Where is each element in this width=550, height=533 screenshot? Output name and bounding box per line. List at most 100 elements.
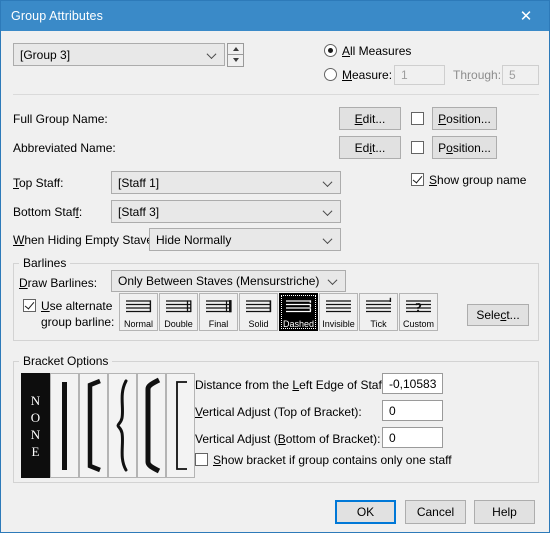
measure-from-input[interactable]: 1 xyxy=(394,65,445,85)
use-alternate-barline-label-line2: group barline: xyxy=(41,315,115,329)
full-group-name-position-button[interactable]: Position... xyxy=(432,107,497,130)
barline-final-icon xyxy=(206,300,232,313)
spin-up-icon[interactable] xyxy=(227,43,244,55)
section-divider xyxy=(13,94,539,95)
vertical-adjust-top-value: 0 xyxy=(389,403,396,418)
draw-barlines-label: Draw Barlines: xyxy=(19,276,98,290)
chevron-down-icon xyxy=(324,177,333,186)
barline-double-icon xyxy=(166,300,192,313)
bracket-thick-line-icon xyxy=(62,382,67,470)
select-barline-button[interactable]: Select... xyxy=(467,304,529,326)
window-title: Group Attributes xyxy=(11,9,103,23)
barline-style-label: Custom xyxy=(402,319,434,329)
full-group-name-position-checkbox[interactable] xyxy=(411,112,424,125)
bottom-staff-value: [Staff 3] xyxy=(118,204,160,219)
vertical-adjust-bottom-value: 0 xyxy=(389,430,396,445)
full-group-name-label: Full Group Name: xyxy=(13,112,108,126)
cancel-button-label: Cancel xyxy=(416,505,455,519)
barline-style-invisible[interactable]: Invisible xyxy=(319,293,358,331)
title-bar: Group Attributes ✕ xyxy=(1,1,549,31)
draw-barlines-combo[interactable]: Only Between Staves (Mensurstriche) xyxy=(111,270,346,292)
barline-solid-icon xyxy=(246,300,272,313)
bracket-none-label: NONE xyxy=(30,392,41,459)
ok-button-label: OK xyxy=(356,505,375,519)
radio-all-measures[interactable] xyxy=(324,44,337,57)
chevron-down-icon xyxy=(329,276,338,285)
abbreviated-name-edit-button[interactable]: Edit... xyxy=(339,136,401,159)
svg-text:?: ? xyxy=(415,301,422,316)
barline-dashed-icon xyxy=(286,300,312,313)
barline-style-dashed[interactable]: Dashed xyxy=(279,293,318,331)
measure-through-value: 5 xyxy=(509,68,516,82)
bracket-option-curly-brace[interactable] xyxy=(108,373,137,478)
chevron-down-icon xyxy=(208,49,217,58)
top-staff-value: [Staff 1] xyxy=(118,175,160,190)
bracket-option-thin-square[interactable] xyxy=(166,373,195,478)
barline-style-double[interactable]: Double xyxy=(159,293,198,331)
bracket-curly-brace-icon xyxy=(116,379,128,472)
group-spinner[interactable] xyxy=(227,43,244,67)
bracket-option-none[interactable]: NONE xyxy=(21,373,50,478)
bottom-staff-combo[interactable]: [Staff 3] xyxy=(111,200,341,223)
distance-value: -0,10583 xyxy=(389,376,437,391)
barline-style-tick[interactable]: Tick xyxy=(359,293,398,331)
chevron-down-icon xyxy=(324,234,333,243)
hiding-empty-staves-label: When Hiding Empty Staves: xyxy=(13,233,163,247)
barlines-group-label: Barlines xyxy=(19,257,71,269)
barline-style-custom[interactable]: ? Custom xyxy=(399,293,438,331)
distance-label: Distance from the Left Edge of Staff: xyxy=(195,378,389,392)
vertical-adjust-bottom-label: Vertical Adjust (Bottom of Bracket): xyxy=(195,432,381,446)
bracket-option-thick-line[interactable] xyxy=(50,373,79,478)
spin-down-icon[interactable] xyxy=(227,55,244,67)
measure-through-input[interactable]: 5 xyxy=(502,65,539,85)
barline-style-normal[interactable]: Normal xyxy=(119,293,158,331)
help-button[interactable]: Help xyxy=(474,500,535,524)
bracket-options-group-label: Bracket Options xyxy=(19,355,113,367)
barline-style-label: Tick xyxy=(370,319,387,329)
barline-normal-icon xyxy=(126,300,152,313)
bracket-piano-brace-icon xyxy=(145,377,161,474)
full-group-name-edit-button[interactable]: Edit... xyxy=(339,107,401,130)
group-attributes-dialog: Group Attributes ✕ [Group 3] All Measure… xyxy=(0,0,550,533)
use-alternate-barline-label-line1: Use alternate xyxy=(41,299,113,313)
use-alternate-barline-checkbox[interactable] xyxy=(23,299,36,312)
measure-from-value: 1 xyxy=(401,68,408,82)
barline-style-label: Solid xyxy=(248,319,269,329)
barline-style-label: Double xyxy=(164,319,193,329)
top-staff-combo[interactable]: [Staff 1] xyxy=(111,171,341,194)
hiding-empty-staves-combo[interactable]: Hide Normally xyxy=(149,228,341,251)
show-bracket-one-staff-checkbox[interactable] xyxy=(195,453,208,466)
help-button-label: Help xyxy=(492,505,517,519)
bracket-thin-square-icon xyxy=(176,381,187,470)
abbreviated-name-label: Abbreviated Name: xyxy=(13,141,116,155)
bracket-option-piano-brace[interactable] xyxy=(137,373,166,478)
vertical-adjust-top-label: Vertical Adjust (Top of Bracket): xyxy=(195,405,362,419)
show-group-name-checkbox[interactable] xyxy=(411,173,424,186)
barline-style-solid[interactable]: Solid xyxy=(239,293,278,331)
vertical-adjust-bottom-input[interactable]: 0 xyxy=(382,427,443,448)
abbreviated-name-position-checkbox[interactable] xyxy=(411,141,424,154)
cancel-button[interactable]: Cancel xyxy=(405,500,466,524)
distance-input[interactable]: -0,10583 xyxy=(382,373,443,394)
vertical-adjust-top-input[interactable]: 0 xyxy=(382,400,443,421)
through-label: Through: xyxy=(453,68,502,82)
barline-invisible-icon xyxy=(326,300,351,313)
hiding-empty-staves-value: Hide Normally xyxy=(156,232,232,247)
bottom-staff-label: Bottom Staff: xyxy=(13,205,83,219)
show-bracket-one-staff-label: Show bracket if group contains only one … xyxy=(213,453,452,467)
close-icon[interactable]: ✕ xyxy=(503,1,549,31)
abbreviated-name-position-button[interactable]: Position... xyxy=(432,136,497,159)
barline-tick-icon xyxy=(366,297,392,313)
radio-measure-range[interactable] xyxy=(324,68,337,81)
group-selector-combo[interactable]: [Group 3] xyxy=(13,43,225,66)
barline-style-label: Normal xyxy=(123,319,153,329)
ok-button[interactable]: OK xyxy=(335,500,396,524)
bracket-option-square[interactable] xyxy=(79,373,108,478)
barline-style-final[interactable]: Final xyxy=(199,293,238,331)
chevron-down-icon xyxy=(324,206,333,215)
draw-barlines-value: Only Between Staves (Mensurstriche) xyxy=(118,274,320,288)
top-staff-label: Top Staff: xyxy=(13,176,64,190)
group-selector-value: [Group 3] xyxy=(20,47,71,62)
show-group-name-label: Show group name xyxy=(429,173,527,187)
measure-label: Measure: xyxy=(342,68,393,82)
